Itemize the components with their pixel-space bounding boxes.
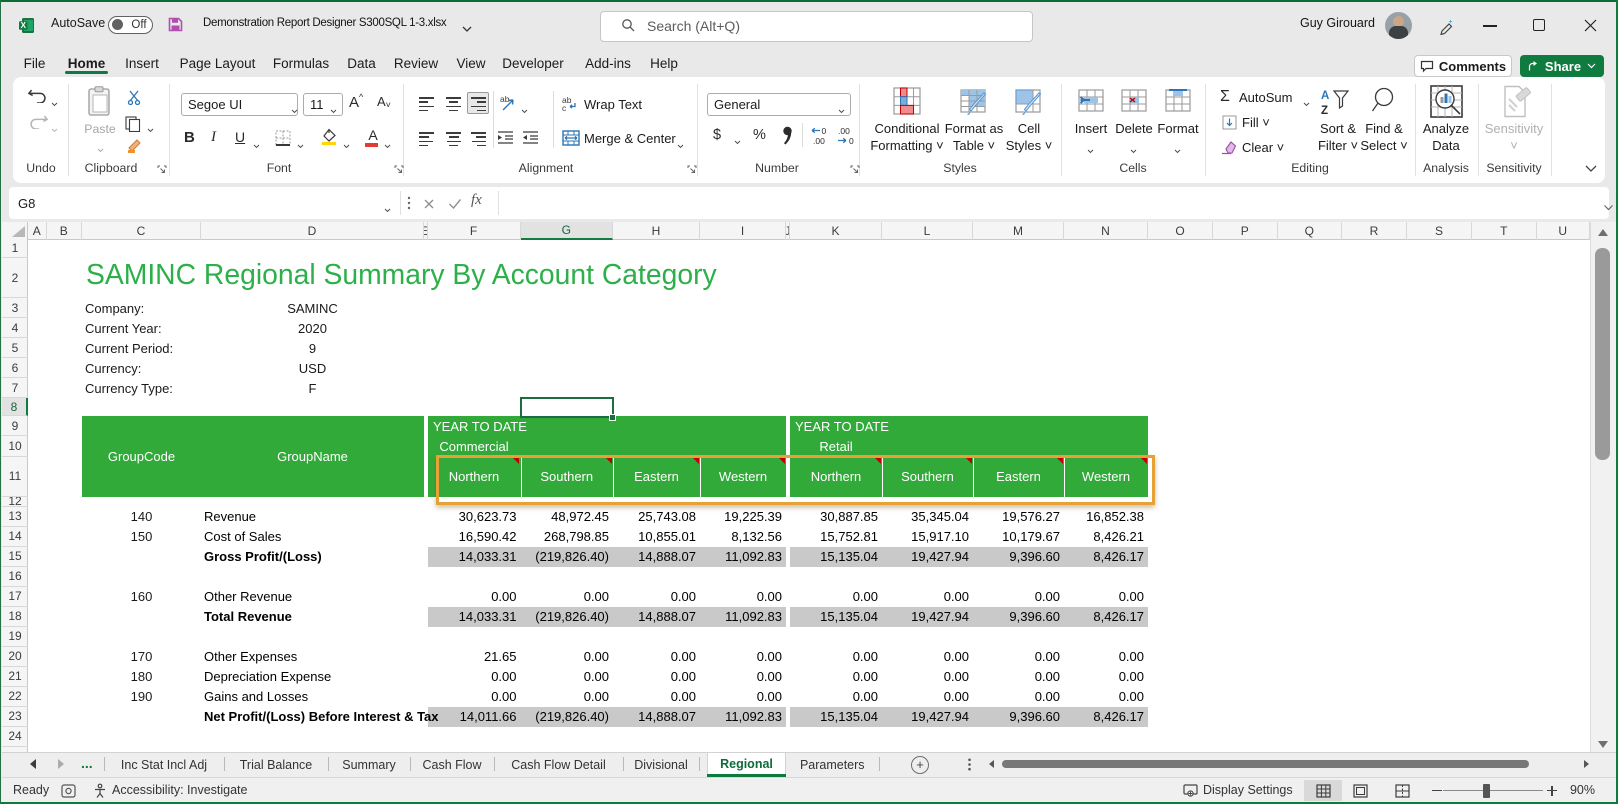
svg-text:Z: Z bbox=[1321, 105, 1328, 116]
svg-text:.00: .00 bbox=[838, 126, 850, 136]
svg-text:ab: ab bbox=[500, 94, 510, 104]
svg-text:A: A bbox=[1321, 90, 1329, 102]
svg-text:.00: .00 bbox=[813, 136, 825, 145]
svg-text:0: 0 bbox=[822, 126, 827, 136]
svg-text:0: 0 bbox=[849, 136, 854, 145]
svg-text:X: X bbox=[21, 21, 27, 30]
